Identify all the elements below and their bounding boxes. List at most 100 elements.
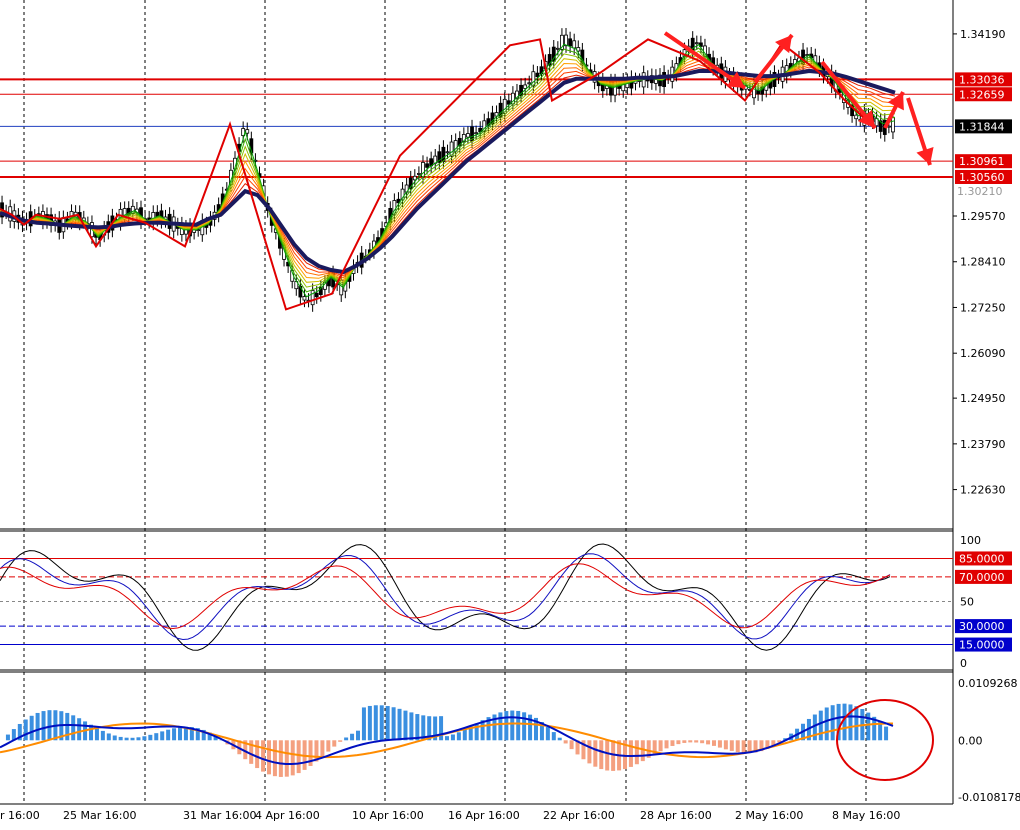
macd-histogram-bar [344,737,348,740]
macd-histogram-bar [445,736,449,740]
macd-histogram-bar [676,740,680,744]
macd-histogram-bar [297,740,301,773]
macd-histogram-bar [6,735,10,741]
macd-histogram-bar [47,710,51,740]
candle-body [695,43,698,44]
time-axis: r 16:0025 Mar 16:0031 Mar 16:004 Apr 16:… [0,809,900,822]
macd-histogram-bar [77,718,81,740]
macd-histogram-bar [36,713,40,740]
macd-axis-label: 0.00 [958,734,983,747]
macd-histogram-bar [386,706,390,740]
candle-body [315,293,318,297]
macd-histogram-bar [42,711,46,740]
macd-histogram-bar [166,730,170,741]
macd-histogram-bar [564,740,568,743]
stoch-level-label: 15.0000 [959,639,1005,652]
candle-body [556,48,559,49]
macd-histogram-bar [113,735,117,740]
time-label: 16 Apr 16:00 [448,809,520,822]
macd-histogram-bar [635,740,639,764]
level-label: 1.30961 [959,155,1005,168]
macd-histogram-bar [172,728,176,740]
macd-histogram-bar [546,727,550,741]
macd-histogram-bar [409,712,413,740]
level-label: 1.33036 [959,73,1005,86]
macd-histogram-bar [570,740,574,749]
macd-histogram-bar [665,740,669,748]
time-label: 8 May 16:00 [832,809,900,822]
macd-histogram-bar [736,740,740,752]
time-label: 4 Apr 16:00 [255,809,320,822]
macd-histogram-bar [694,740,698,742]
macd-histogram-bar [700,740,704,743]
macd-histogram-bar [516,711,520,740]
candle-body [303,296,306,300]
time-label: 2 May 16:00 [735,809,803,822]
chart-svg: 1.341901.302101.295701.284101.272501.260… [0,0,1020,826]
time-label: 31 Mar 16:00 [183,809,256,822]
candle-body [891,118,894,132]
macd-histogram-bar [403,711,407,741]
stoch-level-label: 30.0000 [959,620,1005,633]
level-label: 1.30560 [959,171,1005,184]
macd-histogram-bar [605,740,609,770]
stoch-axis-label: 50 [960,596,974,609]
candle-body [466,134,469,138]
macd-histogram-bar [451,735,455,741]
stoch-axis-label: 0 [960,657,967,670]
macd-histogram-bar [552,732,556,740]
macd-histogram-bar [362,707,366,740]
macd-histogram-bar [95,728,99,740]
macd-histogram-bar [498,712,502,740]
macd-histogram-bar [279,740,283,777]
price-tick-label: 1.29570 [960,210,1006,223]
macd-histogram-bar [154,733,158,740]
candle-body [426,164,429,168]
macd-histogram-bar [819,711,823,741]
trading-chart: 1.341901.302101.295701.284101.272501.260… [0,0,1020,826]
macd-histogram-bar [866,713,870,741]
price-tick-label: 1.24950 [960,392,1006,405]
macd-histogram-bar [659,740,663,751]
level-label: 1.32659 [959,88,1005,101]
macd-histogram-bar [718,740,722,747]
level-labels: 1.33036 1.32659 1.30961 1.30560 1.31844 [955,72,1012,184]
candle-body [569,39,572,46]
macd-axis-label: -0.0108178 [958,791,1020,804]
macd-histogram-bar [398,709,402,740]
macd-histogram-bar [599,740,603,769]
stoch-axis-label: 100 [960,534,981,547]
candle-body [524,85,527,89]
macd-histogram-bar [131,738,135,740]
price-tick-label: 1.28410 [960,256,1006,269]
candle-body [417,173,420,174]
macd-histogram-bar [356,731,360,741]
macd-histogram-bar [326,740,330,751]
macd-histogram-bar [629,740,633,767]
macd-histogram-bar [148,735,152,740]
macd-histogram-bar [730,740,734,751]
macd-histogram-bar [30,716,34,740]
macd-axis-label: 0.0109268 [958,677,1018,690]
macd-histogram-bar [101,731,105,740]
macd-histogram-bar [558,738,562,741]
macd-histogram-bar [392,707,396,740]
macd-histogram-bar [338,740,342,742]
macd-histogram-bar [706,740,710,744]
macd-histogram-bar [593,740,597,766]
macd-histogram-bar [463,730,467,741]
macd-histogram-bar [415,714,419,740]
time-label: 22 Apr 16:00 [543,809,615,822]
macd-histogram-bar [457,732,461,740]
macd-histogram-bar [439,716,443,740]
candle-body [475,133,478,134]
macd-histogram-bar [136,737,140,740]
price-tick-label: 1.23790 [960,438,1006,451]
macd-histogram-bar [160,731,164,740]
time-label: 10 Apr 16:00 [352,809,424,822]
macd-histogram-bar [831,705,835,740]
candle-body [446,152,449,153]
macd-histogram-bar [854,706,858,740]
stoch-level-label: 70.0000 [959,571,1005,584]
current-price-label: 1.31844 [959,120,1005,133]
